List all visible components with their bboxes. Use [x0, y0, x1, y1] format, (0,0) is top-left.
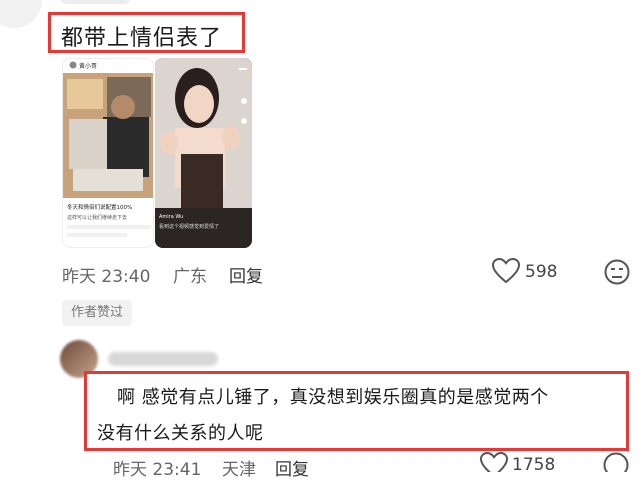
neutral-face-icon — [604, 259, 630, 285]
image-caption: 冬天和情侣们说配置100% — [67, 203, 132, 211]
heart-icon — [491, 257, 521, 284]
like-button[interactable] — [479, 451, 509, 478]
comment-text-line-1: 啊 感觉有点儿锤了，真没想到娱乐圈真的是感觉两个 — [117, 387, 549, 408]
heart-icon — [479, 451, 509, 478]
like-count: 598 — [525, 262, 558, 282]
like-button[interactable] — [491, 257, 521, 288]
reply-button[interactable]: 回复 — [275, 455, 309, 480]
commenter-name[interactable] — [108, 352, 218, 366]
comment-location: 广东 — [173, 267, 207, 287]
attached-image-left[interactable]: 黄小哥 冬天和情侣们说配置100% 这样可以让我们继续走下去 — [62, 58, 154, 248]
like-count: 1758 — [512, 455, 556, 475]
neutral-face-icon — [603, 452, 629, 478]
comment-text-highlight: 都带上情侣表了 — [48, 12, 245, 53]
image-header-text: 黄小哥 — [79, 62, 97, 70]
commenter-avatar[interactable] — [0, 0, 42, 28]
image-caption: Amira Wu — [159, 214, 183, 220]
image-subcaption: 这样可以让我们继续走下去 — [67, 214, 127, 221]
comment-time: 昨天 23:40 — [62, 267, 151, 287]
comment-location: 天津 — [222, 460, 256, 480]
image-subcaption: 看到这个视频感觉到爱情了 — [159, 223, 219, 230]
dislike-button[interactable] — [604, 259, 630, 289]
comment-text-highlight: 啊 感觉有点儿锤了，真没想到娱乐圈真的是感觉两个 没有什么关系的人呢 — [84, 371, 629, 451]
dislike-button[interactable] — [603, 452, 629, 478]
attached-image-right[interactable]: Amira Wu 看到这个视频感觉到爱情了 — [155, 58, 252, 248]
comment-text-line-2: 没有什么关系的人呢 — [97, 423, 264, 444]
image-content: 黄小哥 冬天和情侣们说配置100% 这样可以让我们继续走下去 — [63, 59, 153, 237]
commenter-name[interactable] — [60, 0, 130, 4]
reply-button[interactable]: 回复 — [229, 262, 263, 287]
image-content: Amira Wu 看到这个视频感觉到爱情了 — [155, 58, 252, 248]
comment-time: 昨天 23:41 — [113, 460, 202, 480]
comment-text: 都带上情侣表了 — [61, 26, 223, 51]
author-liked-badge: 作者赞过 — [62, 300, 133, 326]
